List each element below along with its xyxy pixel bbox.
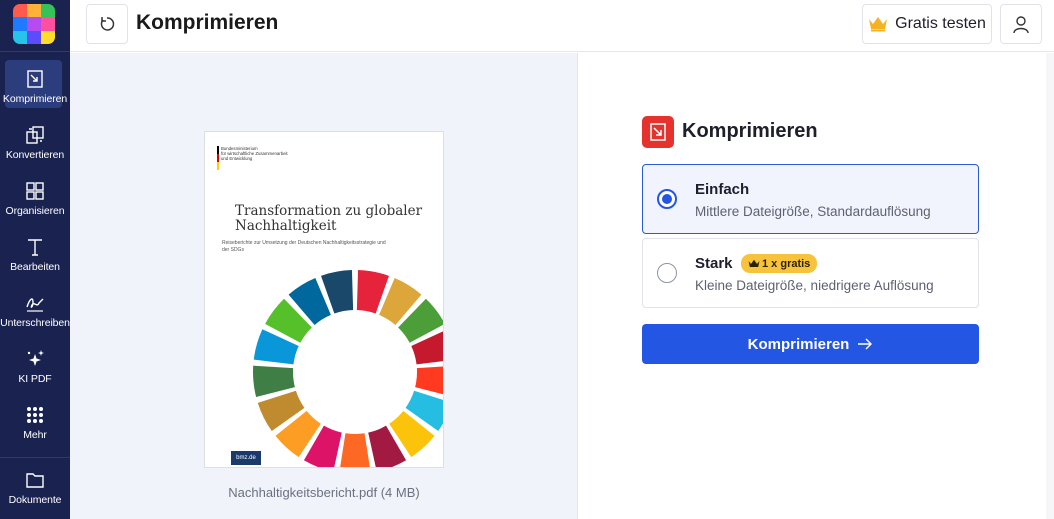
undo-icon (100, 17, 115, 31)
sidebar-item-label: Bearbeiten (10, 261, 60, 273)
sidebar-item-mehr[interactable]: Mehr (0, 396, 70, 448)
sdg-wheel-graphic (253, 270, 443, 467)
sidebar-item-unterschreiben[interactable]: Unterschreiben (0, 284, 70, 336)
user-account-button[interactable] (1000, 4, 1042, 44)
sidebar-item-label: Mehr (23, 429, 47, 441)
option-description: Kleine Dateigröße, niedrigere Auflösung (695, 278, 934, 293)
free-trial-button[interactable]: Gratis testen (862, 4, 992, 44)
sdg-wheel-segment (340, 433, 370, 467)
compress-button[interactable]: Komprimieren (642, 324, 979, 364)
file-name: Nachhaltigkeitsbericht.pdf (4 MB) (228, 485, 420, 500)
sidebar: Komprimieren Konvertieren Organisieren B… (0, 0, 70, 519)
option-name: Stark (695, 255, 733, 272)
sidebar-item-label: KI PDF (18, 373, 52, 385)
top-bar: Komprimieren Gratis testen (70, 0, 1054, 52)
sidebar-item-dokumente[interactable]: Dokumente (0, 461, 70, 513)
option-einfach[interactable]: Einfach Mittlere Dateigröße, Standardauf… (642, 164, 979, 234)
sdg-wheel-segment (253, 365, 295, 397)
folder-icon (26, 473, 44, 488)
app-logo[interactable] (13, 4, 55, 44)
options-title: Komprimieren (682, 120, 818, 142)
option-description: Mittlere Dateigröße, Standardauflösung (695, 204, 931, 219)
compress-tool-icon (642, 116, 674, 148)
sidebar-divider (0, 51, 70, 52)
crown-icon (869, 17, 888, 32)
sidebar-item-label: Unterschreiben (0, 317, 70, 329)
compress-icon (650, 123, 666, 141)
document-preview-pane: Bundesministerium für wirtschaftliche Zu… (70, 53, 578, 519)
sidebar-item-label: Dokumente (8, 494, 62, 506)
sidebar-item-organisieren[interactable]: Organisieren (0, 172, 70, 224)
sidebar-item-komprimieren[interactable]: Komprimieren (0, 60, 70, 112)
sidebar-item-label: Konvertieren (5, 149, 65, 161)
option-name: Einfach (695, 181, 750, 198)
document-thumbnail[interactable]: Bundesministerium für wirtschaftliche Zu… (204, 131, 444, 468)
sdg-wheel-segment (415, 366, 443, 395)
compress-icon (27, 70, 43, 88)
sparkle-icon (27, 350, 44, 366)
crown-icon (748, 259, 760, 267)
sidebar-item-konvertieren[interactable]: Konvertieren (0, 116, 70, 168)
sidebar-item-label: Organisieren (5, 205, 65, 217)
radio-einfach[interactable] (657, 189, 677, 209)
dots-grid-icon (27, 407, 43, 423)
sidebar-item-bearbeiten[interactable]: Bearbeiten (0, 228, 70, 280)
compress-button-label: Komprimieren (747, 335, 850, 353)
signature-icon (26, 298, 44, 312)
premium-badge-label: 1 x gratis (762, 257, 811, 270)
sidebar-item-ki-pdf[interactable]: KI PDF (0, 340, 70, 392)
undo-button[interactable] (86, 4, 128, 44)
sidebar-item-label: Komprimieren (2, 93, 68, 105)
premium-badge: 1 x gratis (741, 254, 818, 273)
doc-badge: bmz.de (231, 451, 261, 465)
option-stark[interactable]: Stark 1 x gratis Kleine Dateigröße, nied… (642, 238, 979, 308)
scrollbar[interactable] (1046, 53, 1054, 519)
convert-icon (26, 126, 44, 144)
free-trial-label: Gratis testen (895, 15, 986, 32)
arrow-right-icon (858, 338, 873, 350)
grid-icon (26, 182, 44, 200)
radio-stark[interactable] (657, 263, 677, 283)
text-edit-icon (28, 239, 42, 256)
sidebar-divider (0, 457, 70, 458)
page-title: Komprimieren (136, 11, 279, 34)
user-icon (1013, 16, 1029, 34)
